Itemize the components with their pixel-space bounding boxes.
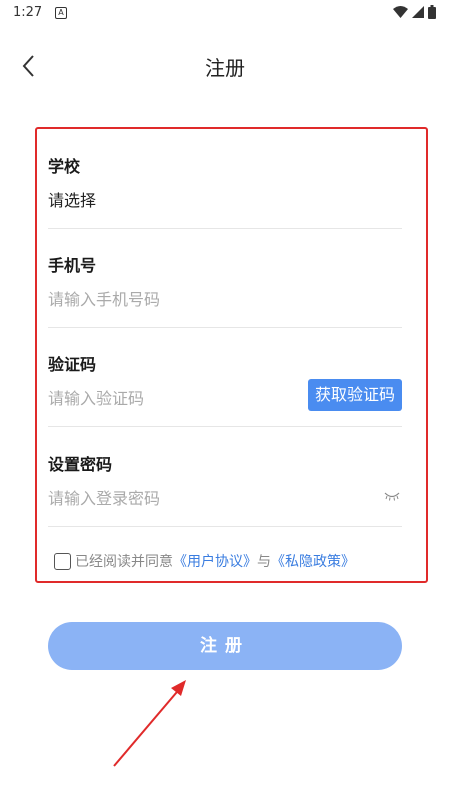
password-input[interactable]: 请输入登录密码 bbox=[48, 485, 160, 509]
divider bbox=[48, 526, 402, 527]
wifi-icon bbox=[393, 6, 408, 18]
eye-closed-icon[interactable] bbox=[384, 487, 400, 501]
code-label: 验证码 bbox=[48, 355, 97, 374]
get-code-button[interactable]: 获取验证码 bbox=[307, 379, 402, 411]
agreement-prefix: 已经阅读并同意 bbox=[75, 554, 173, 570]
agreement-row: 已经阅读并同意 《用户协议》 与 《私隐政策》 bbox=[54, 550, 355, 572]
school-select[interactable]: 请选择 bbox=[48, 187, 96, 211]
status-time: 1:27 bbox=[13, 5, 43, 20]
divider bbox=[48, 426, 402, 427]
user-agreement-link[interactable]: 《用户协议》 bbox=[173, 551, 257, 571]
page-title: 注册 bbox=[205, 56, 245, 80]
agreement-and: 与 bbox=[257, 554, 271, 570]
divider bbox=[48, 228, 402, 229]
agreement-checkbox[interactable] bbox=[54, 552, 71, 570]
privacy-policy-link[interactable]: 《私隐政策》 bbox=[271, 551, 355, 571]
signal-icon bbox=[412, 6, 424, 18]
status-bar: 1:27 A bbox=[0, 0, 450, 26]
status-icons bbox=[393, 5, 436, 19]
phone-label: 手机号 bbox=[48, 256, 97, 275]
divider bbox=[48, 327, 402, 328]
header: 注册 bbox=[0, 44, 450, 88]
password-label: 设置密码 bbox=[48, 455, 113, 474]
register-button[interactable]: 注册 bbox=[48, 622, 402, 670]
phone-input[interactable]: 请输入手机号码 bbox=[48, 286, 160, 310]
battery-icon bbox=[428, 5, 436, 19]
code-input[interactable]: 请输入验证码 bbox=[48, 385, 144, 409]
notification-icon: A bbox=[55, 7, 67, 19]
school-label: 学校 bbox=[48, 157, 81, 176]
